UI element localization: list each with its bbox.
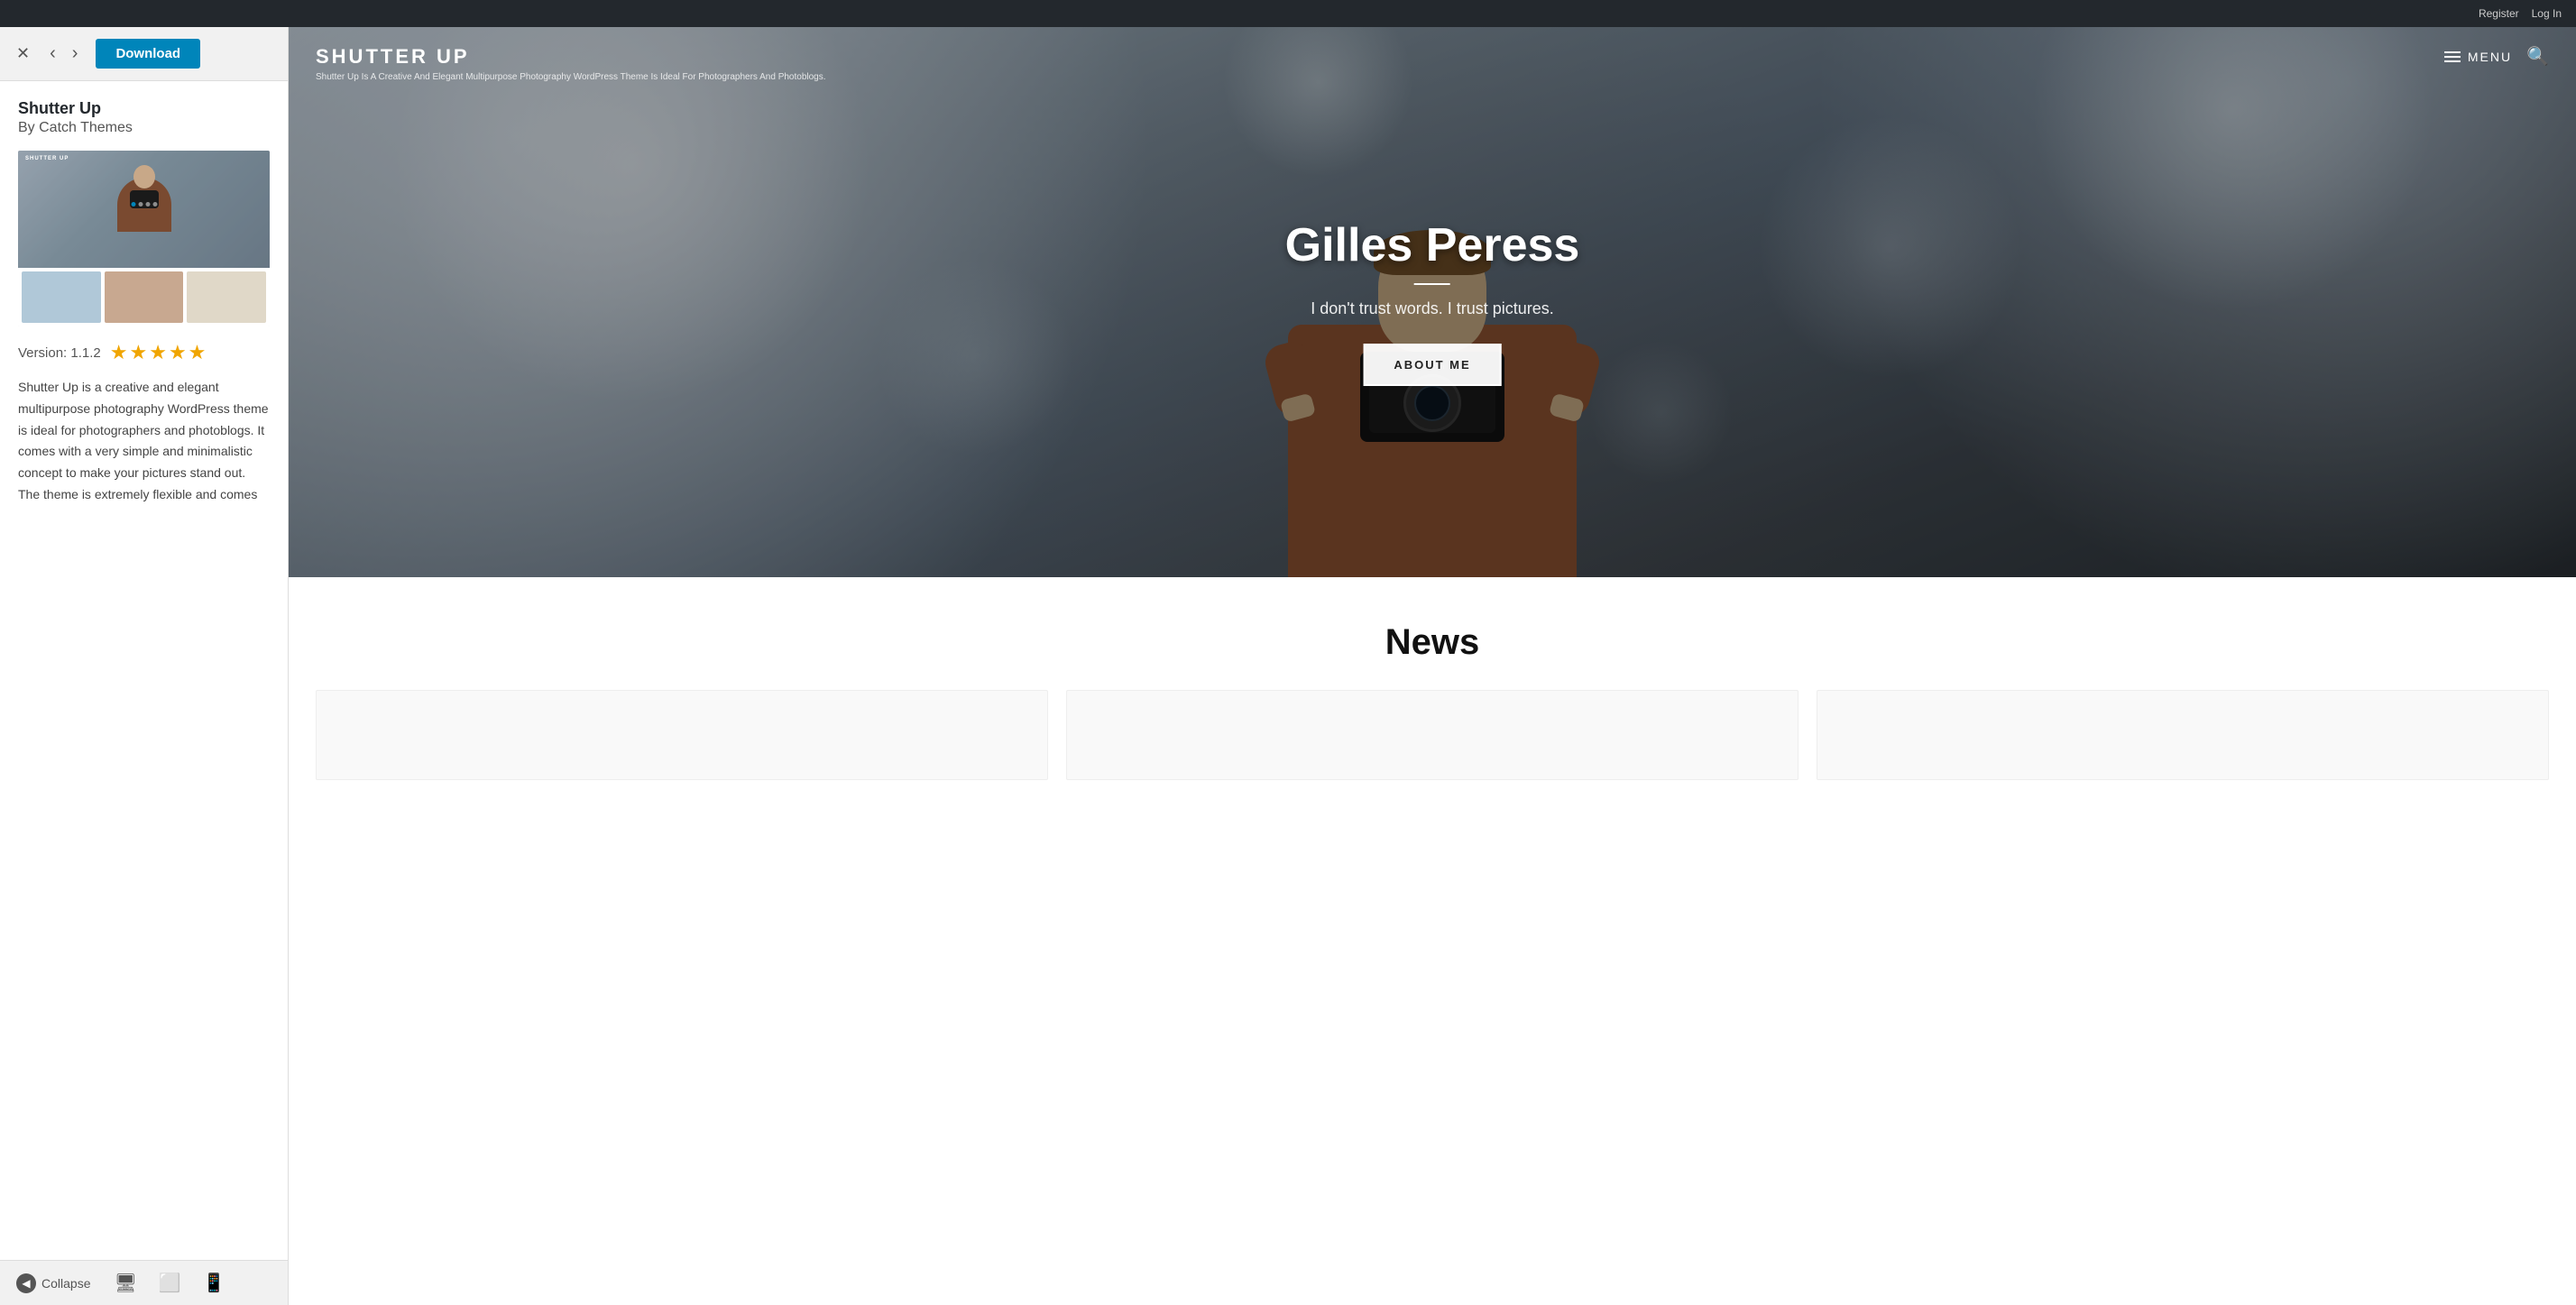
preview-dot-3 bbox=[145, 202, 150, 207]
menu-line-3 bbox=[2444, 60, 2461, 62]
sidebar: ✕ ‹ › Download Shutter Up By Catch Theme… bbox=[0, 27, 289, 1305]
sidebar-toolbar: ✕ ‹ › Download bbox=[0, 27, 288, 81]
theme-author: By Catch Themes bbox=[18, 120, 270, 136]
nav-buttons: ‹ › bbox=[42, 38, 85, 69]
login-link[interactable]: Log In bbox=[2532, 7, 2562, 20]
download-button[interactable]: Download bbox=[96, 39, 200, 69]
top-bar: Register Log In bbox=[0, 0, 2576, 27]
star-1: ★ bbox=[110, 341, 128, 364]
site-logo-tagline: Shutter Up Is A Creative And Elegant Mul… bbox=[316, 72, 826, 82]
theme-name: Shutter Up bbox=[18, 99, 270, 118]
mobile-view-icon[interactable]: 📱 bbox=[199, 1268, 229, 1298]
site-logo: SHUTTER UP Shutter Up Is A Creative And … bbox=[316, 45, 826, 82]
news-card-3 bbox=[1817, 690, 2549, 780]
star-2: ★ bbox=[129, 341, 147, 364]
search-icon[interactable]: 🔍 bbox=[2526, 45, 2549, 68]
preview-card-3 bbox=[187, 271, 266, 323]
star-3: ★ bbox=[149, 341, 167, 364]
hero-name: Gilles Peress bbox=[1285, 218, 1580, 272]
sidebar-content: Shutter Up By Catch Themes SHUTTER UP bbox=[0, 81, 288, 1260]
news-title: News bbox=[316, 622, 2549, 663]
tablet-view-icon[interactable]: ⬜ bbox=[155, 1268, 185, 1298]
star-5: ★ bbox=[189, 341, 207, 364]
preview-card-2 bbox=[105, 271, 184, 323]
sidebar-bottom: ◀ Collapse 🖥 ⬜ 📱 bbox=[0, 1260, 288, 1305]
preview-top: SHUTTER UP bbox=[18, 151, 270, 268]
star-4: ★ bbox=[169, 341, 187, 364]
news-card-1 bbox=[316, 690, 1048, 780]
preview-card-1 bbox=[22, 271, 101, 323]
hero-content: Gilles Peress I don't trust words. I tru… bbox=[1285, 218, 1580, 386]
preview-dot-4 bbox=[152, 202, 157, 207]
hamburger-icon bbox=[2444, 51, 2461, 62]
preview-area: Canon bbox=[289, 27, 2576, 1305]
menu-line-2 bbox=[2444, 56, 2461, 58]
close-button[interactable]: ✕ bbox=[9, 39, 37, 69]
back-button[interactable]: ‹ bbox=[42, 38, 63, 69]
news-section: News bbox=[289, 577, 2576, 807]
preview-dot-1 bbox=[131, 202, 135, 207]
site-nav-right: MENU 🔍 bbox=[2444, 45, 2549, 68]
theme-description: Shutter Up is a creative and elegant mul… bbox=[18, 377, 270, 506]
preview-dot-2 bbox=[138, 202, 143, 207]
version-label: Version: 1.1.2 bbox=[18, 345, 101, 361]
menu-line-1 bbox=[2444, 51, 2461, 53]
preview-nav-label: SHUTTER UP bbox=[25, 156, 69, 161]
collapse-label: Collapse bbox=[41, 1276, 90, 1291]
star-rating: ★ ★ ★ ★ ★ bbox=[110, 341, 207, 364]
preview-head bbox=[133, 165, 155, 188]
hero-divider bbox=[1414, 283, 1450, 285]
desktop-view-icon[interactable]: 🖥 bbox=[110, 1268, 140, 1298]
preview-bottom bbox=[18, 268, 270, 326]
site-header: Canon bbox=[289, 27, 2576, 577]
site-preview: Canon bbox=[289, 27, 2576, 1305]
news-grid bbox=[316, 690, 2549, 780]
forward-button[interactable]: › bbox=[65, 38, 86, 69]
collapse-button[interactable]: ◀ Collapse bbox=[11, 1270, 96, 1297]
menu-label: MENU bbox=[2468, 50, 2512, 64]
menu-toggle[interactable]: MENU bbox=[2444, 50, 2512, 64]
main-layout: ✕ ‹ › Download Shutter Up By Catch Theme… bbox=[0, 27, 2576, 1305]
theme-preview-thumbnail: SHUTTER UP bbox=[18, 151, 270, 326]
hero-quote: I don't trust words. I trust pictures. bbox=[1285, 299, 1580, 318]
news-card-2 bbox=[1066, 690, 1799, 780]
collapse-arrow-icon: ◀ bbox=[16, 1273, 36, 1293]
register-link[interactable]: Register bbox=[2479, 7, 2519, 20]
hero-cta-button[interactable]: ABOUT ME bbox=[1363, 344, 1501, 386]
site-logo-name: SHUTTER UP bbox=[316, 45, 826, 69]
preview-dots bbox=[131, 202, 157, 207]
site-navigation: SHUTTER UP Shutter Up Is A Creative And … bbox=[289, 27, 2576, 100]
version-row: Version: 1.1.2 ★ ★ ★ ★ ★ bbox=[18, 341, 270, 364]
